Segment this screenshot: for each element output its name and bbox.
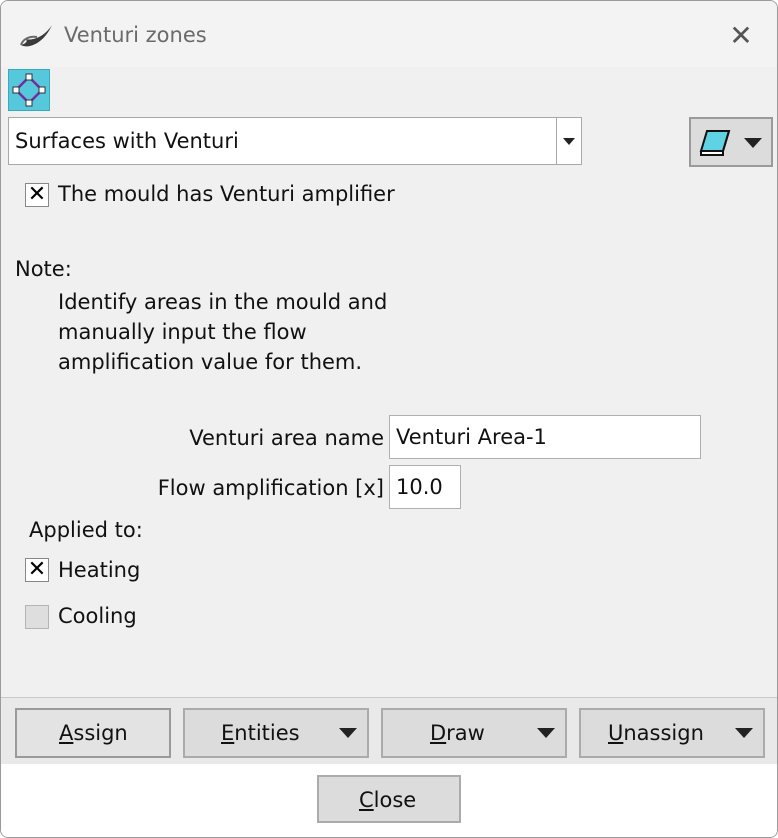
assign-button[interactable]: Assign bbox=[15, 708, 171, 758]
note-line: Identify areas in the mould and bbox=[58, 290, 388, 314]
venturi-amplifier-checkbox[interactable]: ✕ bbox=[25, 183, 49, 207]
note-line: manually input the flow bbox=[58, 320, 307, 344]
chevron-down-icon bbox=[537, 728, 555, 738]
surface-group-select[interactable]: Surfaces with Venturi bbox=[8, 117, 582, 165]
venturi-area-name-label: Venturi area name bbox=[189, 426, 384, 450]
flow-amplification-label: Flow amplification [x] bbox=[157, 476, 384, 500]
window-title: Venturi zones bbox=[64, 23, 207, 47]
note-line: amplification value for them. bbox=[58, 350, 363, 374]
heating-label: Heating bbox=[58, 558, 141, 582]
chevron-down-icon bbox=[744, 138, 762, 148]
title-bar: Venturi zones ✕ bbox=[1, 1, 777, 67]
chevron-down-icon bbox=[339, 728, 357, 738]
close-button[interactable]: Close bbox=[317, 775, 461, 823]
venturi-area-name-input[interactable]: Venturi Area-1 bbox=[389, 415, 701, 459]
chevron-down-icon[interactable] bbox=[556, 118, 581, 164]
app-logo-icon bbox=[20, 25, 52, 47]
entities-button[interactable]: Entities bbox=[183, 708, 369, 758]
surface-select-icon[interactable] bbox=[8, 69, 50, 111]
dialog-footer: Close bbox=[1, 764, 777, 837]
note-heading: Note: bbox=[15, 257, 72, 281]
heating-checkbox[interactable]: ✕ bbox=[25, 558, 49, 582]
unassign-button[interactable]: Unassign bbox=[579, 708, 765, 758]
surface-group-value: Surfaces with Venturi bbox=[15, 129, 239, 153]
cooling-label: Cooling bbox=[58, 604, 137, 628]
layer-menu-button[interactable] bbox=[689, 117, 773, 167]
layer-icon bbox=[699, 130, 731, 156]
flow-amplification-input[interactable]: 10.0 bbox=[389, 465, 461, 509]
applied-to-heading: Applied to: bbox=[29, 518, 143, 542]
cooling-checkbox[interactable] bbox=[25, 605, 49, 629]
venturi-zones-dialog: Venturi zones ✕ Surfaces with Venturi ✕ … bbox=[0, 0, 778, 838]
chevron-down-icon bbox=[735, 728, 753, 738]
draw-button[interactable]: Draw bbox=[381, 708, 567, 758]
close-icon[interactable]: ✕ bbox=[723, 17, 759, 53]
venturi-amplifier-label: The mould has Venturi amplifier bbox=[58, 182, 395, 206]
action-button-bar: Assign Entities Draw Unassign bbox=[1, 697, 777, 765]
